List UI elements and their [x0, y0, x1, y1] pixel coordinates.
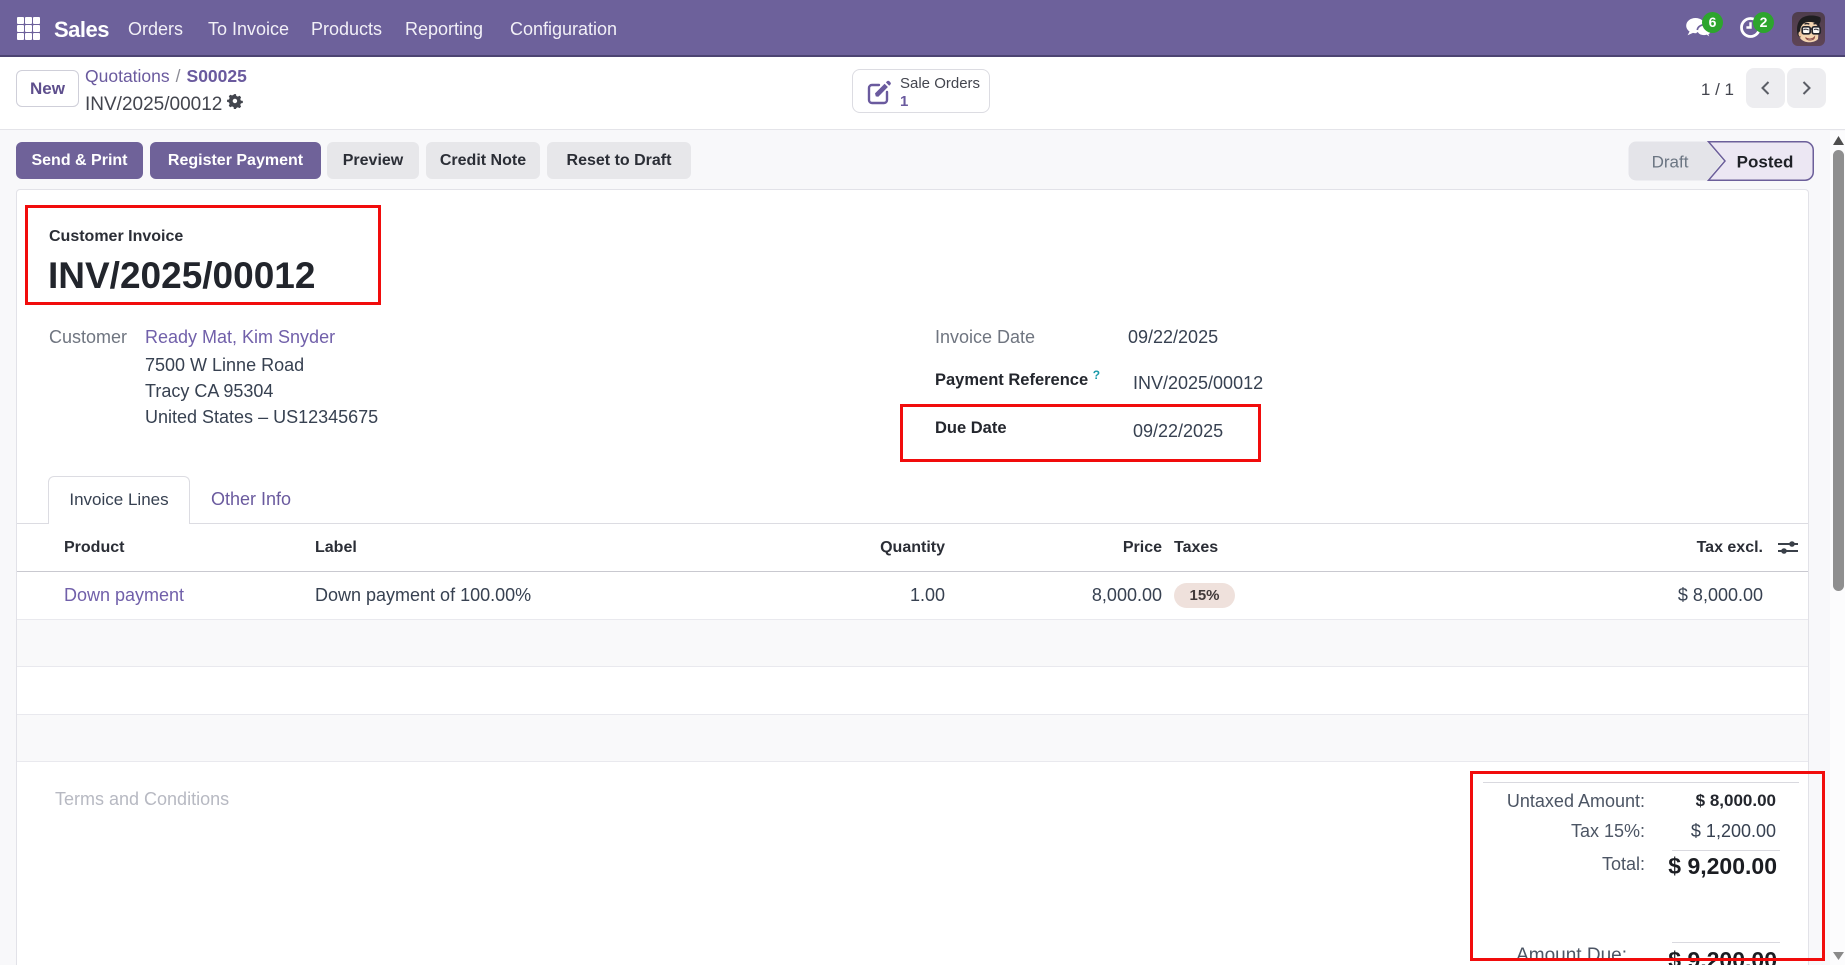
- svg-text:Posted: Posted: [1737, 153, 1794, 172]
- svg-text:Draft: Draft: [1652, 153, 1689, 172]
